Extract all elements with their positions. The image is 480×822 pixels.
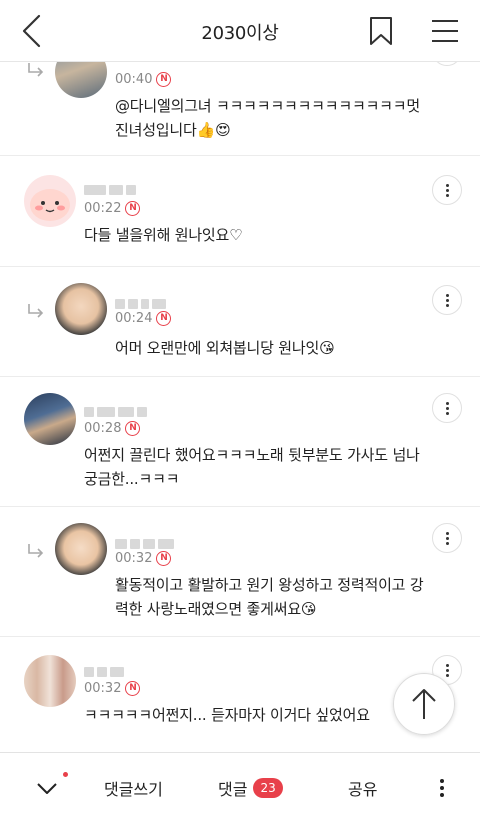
comment-time: 00:40 <box>115 72 153 87</box>
nickname-blurred <box>115 293 169 309</box>
avatar[interactable] <box>24 655 76 707</box>
comment-meta: 00:24 N <box>115 311 172 326</box>
comment-list[interactable]: 00:40 N @다니엘의그녀 ㅋㅋㅋㅋㅋㅋㅋㅋㅋㅋㅋㅋㅋㅋ멋 진녀성입니다👍😍… <box>0 62 480 752</box>
comment-time: 00:22 <box>84 201 122 216</box>
nickname-blurred <box>84 661 127 677</box>
more-options-button[interactable] <box>432 523 462 553</box>
comment-text: ㅋㅋㅋㅋㅋ어쩐지... 듣자마자 이거다 싶었어요 <box>84 706 370 724</box>
comment-text: 활동적이고 활발하고 원기 왕성하고 정력적이고 강 력한 사랑노래였으면 좋게… <box>115 576 424 618</box>
comment-meta: 00:22 N <box>84 201 141 216</box>
comment-item: 00:24 N 어머 오랜만에 외쳐봅니당 원나잇😘 <box>0 267 480 377</box>
comment-item: 00:22 N 다들 낼을위해 원나잇요♡ <box>0 157 480 267</box>
avatar[interactable] <box>55 523 107 575</box>
reply-arrow-icon <box>28 544 44 558</box>
avatar[interactable] <box>24 175 76 227</box>
comment-meta: 00:40 N <box>115 72 172 87</box>
comment-meta: 00:28 N <box>84 421 141 436</box>
new-badge: N <box>156 72 172 87</box>
collapse-button[interactable] <box>36 753 66 822</box>
new-badge: N <box>156 311 172 326</box>
comment-text: 어머 오랜만에 외쳐봅니당 원나잇😘 <box>115 339 335 357</box>
nickname-blurred <box>84 179 139 195</box>
new-badge: N <box>125 421 141 436</box>
more-vertical-icon <box>440 779 444 797</box>
reply-arrow-icon <box>28 63 44 77</box>
bottom-action-bar: 댓글쓰기 댓글 23 공유 <box>0 752 480 822</box>
notification-dot <box>63 772 68 777</box>
comment-text: 다들 낼을위해 원나잇요♡ <box>84 226 243 244</box>
comment-time: 00:24 <box>115 311 153 326</box>
more-options-button[interactable] <box>432 393 462 423</box>
peach-face-icon <box>30 189 70 221</box>
write-comment-label: 댓글쓰기 <box>104 780 163 799</box>
avatar[interactable] <box>24 393 76 445</box>
nickname-blurred <box>84 401 150 417</box>
avatar[interactable] <box>55 62 107 98</box>
top-bar: 2030이상 <box>0 0 480 62</box>
comment-text: 어쩐지 끌린다 했어요ㅋㅋㅋ노래 뒷부분도 가사도 넘나 궁금한...ㅋㅋㅋ <box>84 446 420 488</box>
comment-item: 00:40 N @다니엘의그녀 ㅋㅋㅋㅋㅋㅋㅋㅋㅋㅋㅋㅋㅋㅋ멋 진녀성입니다👍😍 <box>0 62 480 156</box>
bookmark-icon[interactable] <box>368 16 394 46</box>
chevron-down-icon <box>37 783 57 794</box>
share-label: 공유 <box>348 780 378 799</box>
comments-button[interactable]: 댓글 23 <box>218 753 283 822</box>
more-options-button[interactable] <box>432 285 462 315</box>
avatar[interactable] <box>55 283 107 335</box>
comment-item: 00:28 N 어쩐지 끌린다 했어요ㅋㅋㅋ노래 뒷부분도 가사도 넘나 궁금한… <box>0 377 480 507</box>
comments-label: 댓글 <box>218 780 248 799</box>
comment-time: 00:28 <box>84 421 122 436</box>
comment-count-badge: 23 <box>253 778 283 798</box>
new-badge: N <box>156 551 172 566</box>
more-menu-button[interactable] <box>434 753 450 822</box>
more-options-button[interactable] <box>432 62 462 66</box>
arrow-up-icon <box>412 689 436 719</box>
new-badge: N <box>125 681 141 696</box>
comment-time: 00:32 <box>115 551 153 566</box>
new-badge: N <box>125 201 141 216</box>
comment-time: 00:32 <box>84 681 122 696</box>
nickname-blurred <box>115 533 177 549</box>
comment-meta: 00:32 N <box>84 681 141 696</box>
write-comment-button[interactable]: 댓글쓰기 <box>104 753 163 822</box>
comment-item: 00:32 N 활동적이고 활발하고 원기 왕성하고 정력적이고 강 력한 사랑… <box>0 507 480 637</box>
share-button[interactable]: 공유 <box>348 753 377 822</box>
reply-arrow-icon <box>28 304 44 318</box>
comment-text: @다니엘의그녀 ㅋㅋㅋㅋㅋㅋㅋㅋㅋㅋㅋㅋㅋㅋ멋 진녀성입니다👍😍 <box>115 97 420 139</box>
more-options-button[interactable] <box>432 175 462 205</box>
menu-icon[interactable] <box>430 17 460 45</box>
page-title: 2030이상 <box>201 23 279 44</box>
comment-meta: 00:32 N <box>115 551 172 566</box>
scroll-to-top-button[interactable] <box>393 673 455 735</box>
